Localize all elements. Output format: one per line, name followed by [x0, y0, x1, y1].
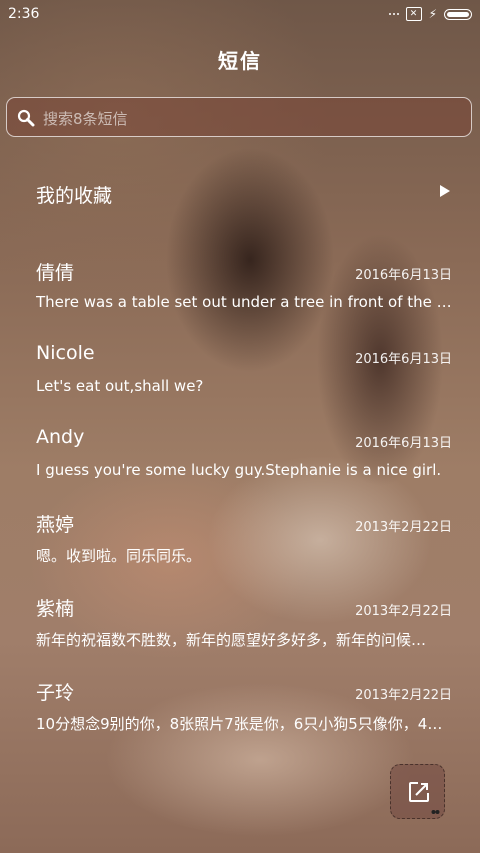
charging-icon: ⚡	[428, 7, 437, 21]
compose-button[interactable]	[390, 764, 445, 819]
contact-name: Andy	[36, 426, 85, 448]
compose-icon	[409, 782, 429, 802]
contact-name: Nicole	[36, 342, 95, 364]
search-input[interactable]: 搜索8条短信	[43, 108, 128, 129]
message-date: 2016年6月13日	[355, 268, 452, 283]
message-date: 2013年2月22日	[355, 520, 452, 535]
status-icons: ✕ ⚡	[388, 6, 472, 22]
signal-icon	[388, 13, 399, 15]
battery-icon	[444, 8, 472, 20]
message-preview: 10分想念9别的你，8张照片7张是你，6只小狗5只像你，4…	[36, 715, 443, 733]
conversation-item[interactable]: Andy 2016年6月13日 I guess you're some luck…	[0, 418, 480, 502]
conversation-item[interactable]: 紫楠 2013年2月22日 新年的祝福数不胜数，新年的愿望好多好多，新年的问候…	[0, 586, 480, 670]
message-preview: 嗯。收到啦。同乐同乐。	[36, 547, 202, 565]
favorites-label: 我的收藏	[36, 185, 113, 207]
heart-icon	[431, 810, 440, 814]
no-sim-icon: ✕	[405, 7, 422, 21]
search-bar[interactable]: 搜索8条短信	[6, 97, 472, 137]
message-date: 2016年6月13日	[355, 436, 452, 451]
conversation-item[interactable]: 子玲 2013年2月22日 10分想念9别的你，8张照片7张是你，6只小狗5只像…	[0, 670, 480, 754]
play-arrow-icon	[440, 185, 450, 197]
message-date: 2013年2月22日	[355, 604, 452, 619]
conversation-item[interactable]: 燕婷 2013年2月22日 嗯。收到啦。同乐同乐。	[0, 502, 480, 586]
contact-name: 燕婷	[36, 514, 75, 536]
status-bar: 2:36 ✕ ⚡	[0, 0, 480, 28]
conversation-item[interactable]: Nicole 2016年6月13日 Let's eat out,shall we…	[0, 334, 480, 418]
message-preview: 新年的祝福数不胜数，新年的愿望好多好多，新年的问候…	[36, 631, 427, 649]
message-date: 2016年6月13日	[355, 352, 452, 367]
message-preview: I guess you're some lucky guy.Stephanie …	[36, 461, 442, 479]
contact-name: 倩倩	[36, 262, 75, 284]
page-title: 短信	[218, 49, 262, 73]
contact-name: 子玲	[36, 682, 75, 704]
message-date: 2013年2月22日	[355, 688, 452, 703]
conversation-item[interactable]: 倩倩 2016年6月13日 There was a table set out …	[0, 250, 480, 334]
favorites-row[interactable]: 我的收藏	[0, 162, 480, 222]
message-preview: Let's eat out,shall we?	[36, 377, 204, 395]
search-icon	[17, 109, 35, 127]
message-preview: There was a table set out under a tree i…	[36, 293, 456, 311]
contact-name: 紫楠	[36, 598, 75, 620]
status-time: 2:36	[8, 6, 40, 22]
